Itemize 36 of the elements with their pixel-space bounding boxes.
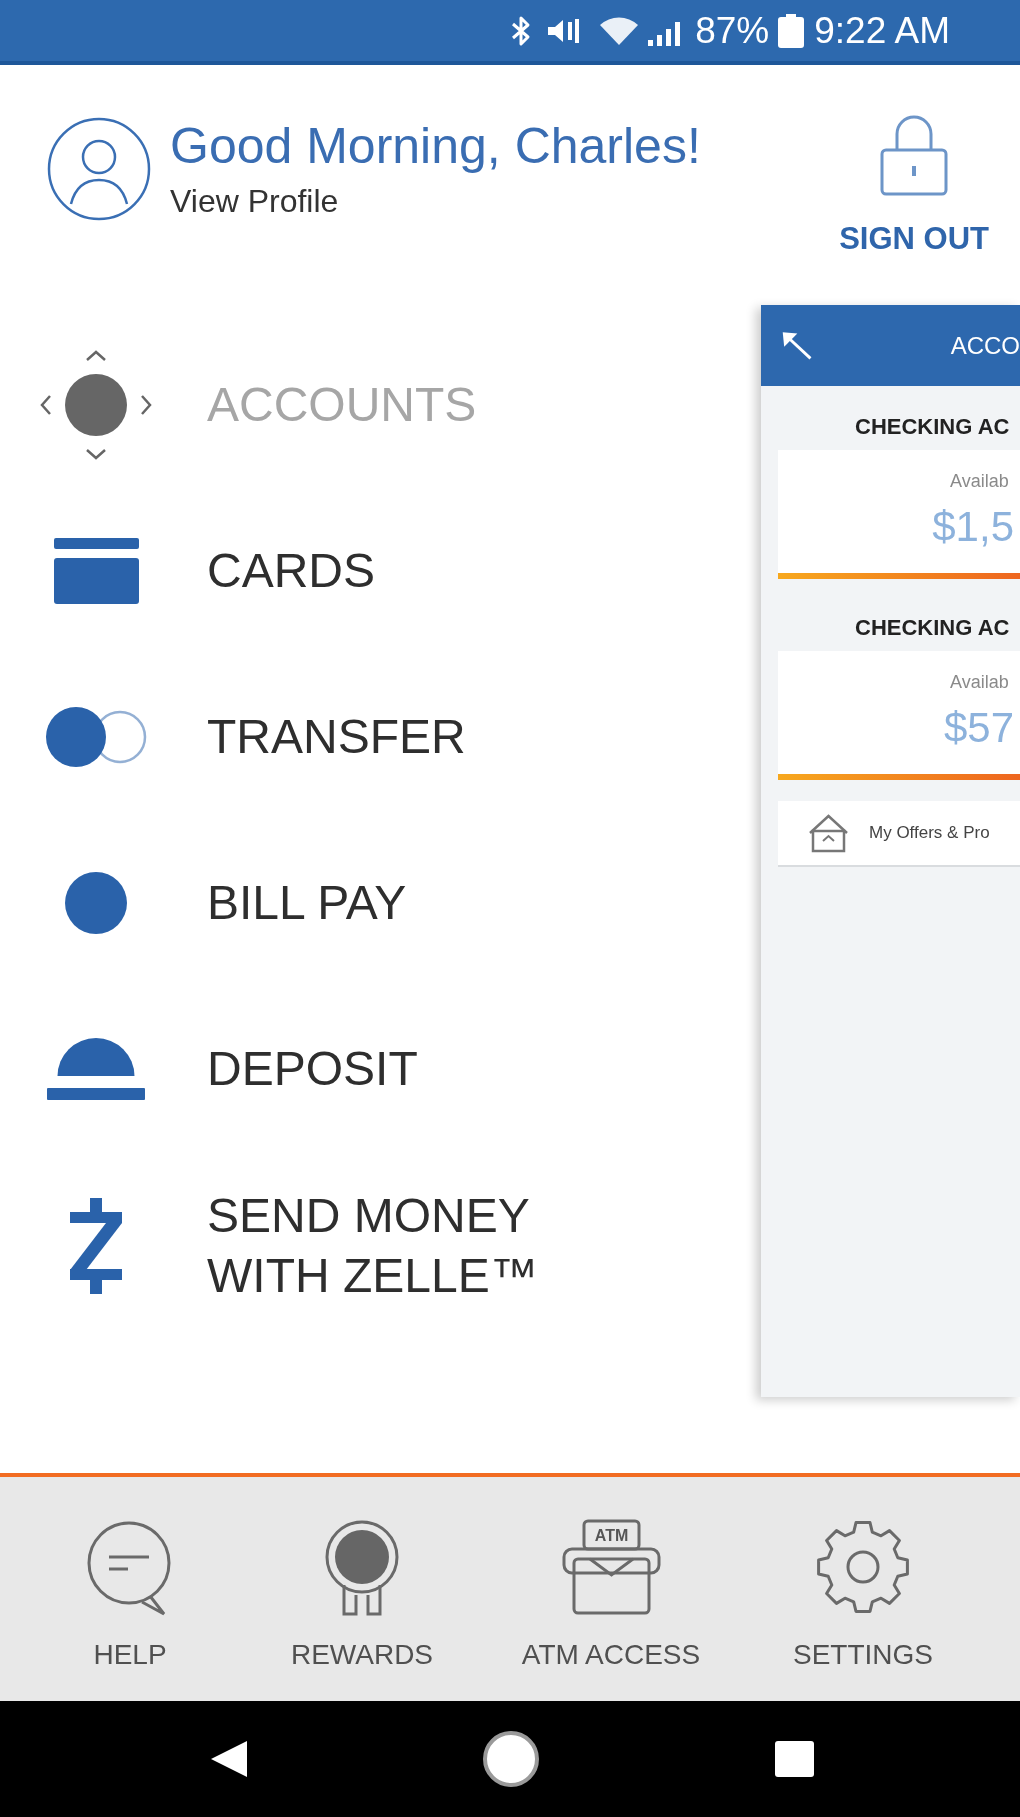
card-icon xyxy=(53,538,139,604)
settings-icon xyxy=(814,1519,912,1616)
view-profile-link[interactable]: View Profile xyxy=(170,182,339,220)
toggle-circles-icon xyxy=(45,706,147,768)
account-heading: CHECKING AC xyxy=(854,414,1011,440)
dot-with-chevrons-icon xyxy=(40,350,152,460)
sign-out-button[interactable]: SIGN OUT xyxy=(839,112,989,257)
offers-row[interactable]: My Offers & Pro xyxy=(778,801,1020,867)
menu-item[interactable]: SEND MONEY WITH ZELLE™ xyxy=(0,1163,761,1329)
balance-amount: $57 xyxy=(943,704,1014,752)
dome-icon xyxy=(47,1038,145,1100)
balance-label: Availab xyxy=(950,671,1010,693)
home-icon[interactable] xyxy=(481,1730,541,1788)
nav-item[interactable]: HELP xyxy=(20,1519,240,1671)
circle-icon xyxy=(65,872,127,934)
clock-time: 9:22 AM xyxy=(814,12,950,49)
panel-title: ACCO xyxy=(950,331,1020,360)
balance-card[interactable]: Availab $57 xyxy=(778,651,1020,780)
menu-item[interactable]: TRANSFER xyxy=(0,654,761,820)
menu-item[interactable]: BILL PAY xyxy=(0,820,761,986)
wifi-icon xyxy=(598,15,641,46)
greeting-text: Good Morning, Charles! xyxy=(170,117,701,175)
battery-icon xyxy=(778,13,805,48)
menu-item[interactable]: DEPOSIT xyxy=(0,986,761,1152)
menu-item[interactable]: CARDS xyxy=(0,488,761,654)
balance-amount: $1,5 xyxy=(932,503,1014,551)
battery-percent: 87% xyxy=(695,12,770,49)
user-icon[interactable] xyxy=(47,117,151,221)
house-icon xyxy=(807,813,850,853)
nav-item[interactable]: SETTINGS xyxy=(753,1519,973,1671)
nav-item[interactable]: ATM ATM ACCESS xyxy=(501,1519,721,1671)
nav-item[interactable]: REWARDS xyxy=(252,1519,472,1671)
balance-card[interactable]: Availab $1,5 xyxy=(778,450,1020,579)
back-icon[interactable] xyxy=(211,1741,247,1777)
account-heading: CHECKING AC xyxy=(854,615,1011,641)
balance-label: Availab xyxy=(950,470,1010,492)
